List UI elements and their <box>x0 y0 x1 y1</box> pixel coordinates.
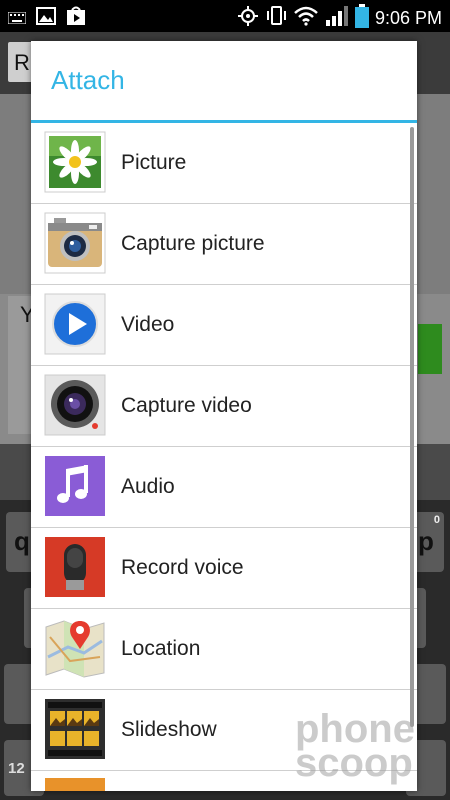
partial-item-icon <box>44 777 106 791</box>
dialog-scrollbar[interactable] <box>410 127 414 727</box>
map-pin-icon <box>44 617 106 679</box>
picture-daisy-icon <box>44 131 106 193</box>
video-camera-icon <box>44 374 106 436</box>
attach-option-label: Capture picture <box>121 232 265 255</box>
vibrate-icon <box>265 5 287 31</box>
signal-icon <box>325 5 349 31</box>
music-note-icon <box>44 455 106 517</box>
status-bar: 9:06 PM <box>0 0 450 32</box>
attach-option-location[interactable]: Location <box>31 609 417 690</box>
wifi-icon <box>293 6 319 30</box>
attach-option-label: Slideshow <box>121 718 217 741</box>
background-header-initial: R <box>14 50 30 75</box>
watermark: phone scoop <box>295 707 415 785</box>
attach-option-record-voice[interactable]: Record voice <box>31 528 417 609</box>
play-store-icon <box>66 6 86 30</box>
attach-option-label: Capture video <box>121 394 252 417</box>
video-play-icon <box>44 293 106 355</box>
slideshow-icon <box>44 698 106 760</box>
camera-icon <box>44 212 106 274</box>
keyboard-icon <box>7 9 27 28</box>
battery-icon <box>354 4 369 32</box>
attach-option-audio[interactable]: Audio <box>31 447 417 528</box>
gps-icon <box>237 5 259 31</box>
attach-option-capture-picture[interactable]: Capture picture <box>31 204 417 285</box>
attach-option-label: Video <box>121 313 175 336</box>
attach-option-label: Location <box>121 637 201 660</box>
microphone-icon <box>44 536 106 598</box>
attach-option-label: Audio <box>121 475 175 498</box>
attach-options-list: Picture Capture picture Video Capture vi… <box>31 123 417 791</box>
image-icon <box>36 7 56 29</box>
attach-dialog: Attach Picture Capture picture Video Cap… <box>31 41 417 791</box>
attach-option-video[interactable]: Video <box>31 285 417 366</box>
attach-option-capture-video[interactable]: Capture video <box>31 366 417 447</box>
attach-option-label: Record voice <box>121 556 244 579</box>
attach-option-label: Picture <box>121 151 187 174</box>
status-time: 9:06 PM <box>374 7 442 28</box>
attach-option-picture[interactable]: Picture <box>31 123 417 204</box>
dialog-title: Attach <box>51 65 125 95</box>
